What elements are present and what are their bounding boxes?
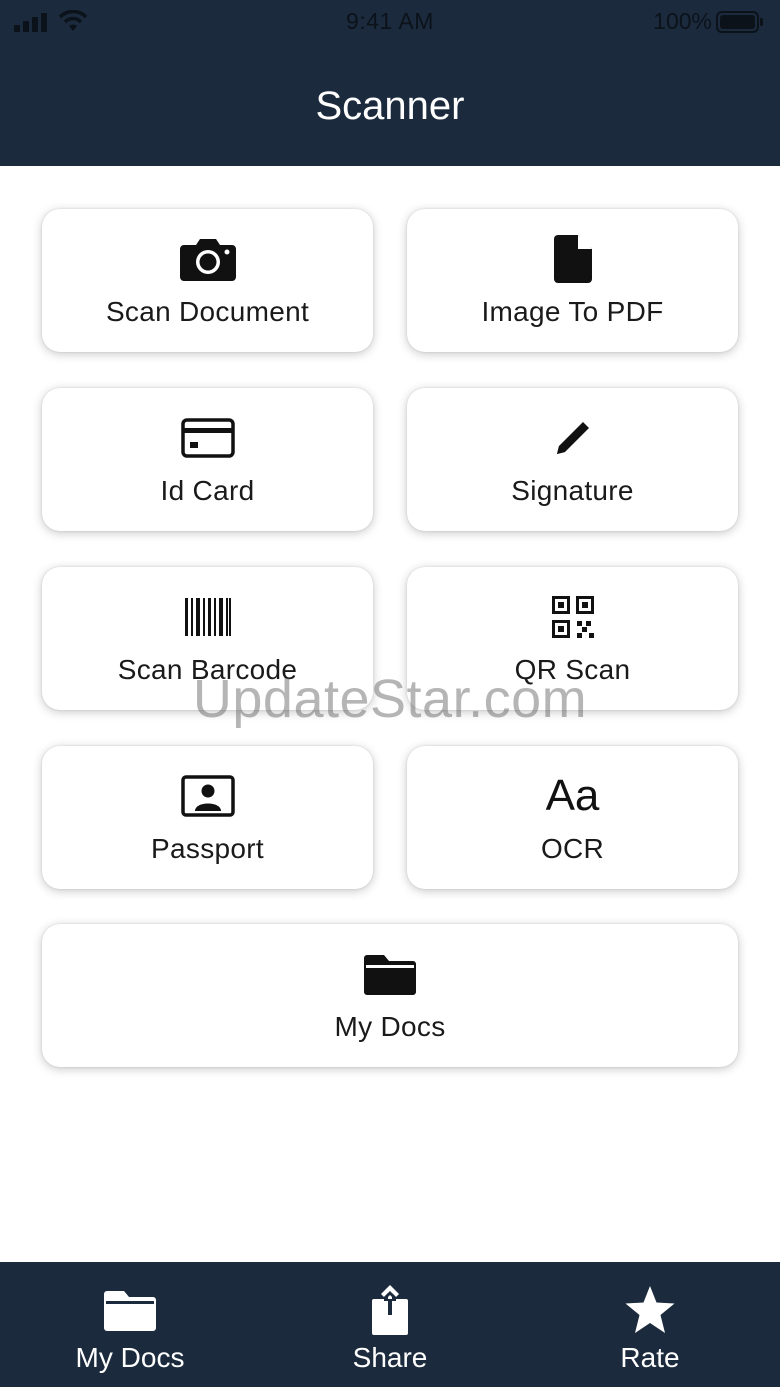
signature-button[interactable]: Signature (407, 388, 738, 531)
tile-label: Passport (151, 832, 264, 864)
battery-percentage: 100% (653, 8, 712, 34)
tab-my-docs[interactable]: My Docs (0, 1262, 260, 1387)
qr-scan-button[interactable]: QR Scan (407, 567, 738, 710)
ocr-glyph: Aa (545, 770, 600, 820)
ocr-button[interactable]: Aa OCR (407, 746, 738, 889)
battery-icon (716, 11, 764, 38)
document-icon (553, 234, 592, 284)
tile-label: My Docs (334, 1010, 446, 1042)
passport-button[interactable]: Passport (42, 746, 373, 889)
camera-icon (179, 234, 236, 284)
tile-label: Scan Barcode (117, 653, 298, 685)
scan-document-button[interactable]: Scan Document (42, 209, 373, 352)
tab-bar: My Docs Share Rate (0, 1262, 780, 1387)
tab-label: Share (352, 1342, 428, 1373)
folder-icon (104, 1286, 156, 1334)
tab-rate[interactable]: Rate (520, 1262, 780, 1387)
id-card-icon (180, 413, 235, 463)
tab-label: My Docs (75, 1342, 185, 1373)
tab-share[interactable]: Share (260, 1262, 520, 1387)
barcode-icon (184, 592, 231, 642)
share-icon (370, 1285, 410, 1335)
app-header: 9:41 AM 100% Scanner (0, 0, 780, 166)
image-to-pdf-button[interactable]: Image To PDF (407, 209, 738, 352)
status-bar: 9:41 AM 100% (0, 0, 780, 44)
tab-label: Rate (620, 1342, 680, 1373)
tile-label: Id Card (160, 474, 255, 506)
tile-label: Signature (511, 474, 634, 506)
tile-label: OCR (540, 832, 605, 864)
scan-barcode-button[interactable]: Scan Barcode (42, 567, 373, 710)
page-title: Scanner (315, 84, 465, 128)
tile-label: Image To PDF (481, 295, 664, 327)
passport-icon (180, 771, 235, 821)
my-docs-button[interactable]: My Docs (42, 924, 738, 1067)
star-icon (624, 1286, 676, 1334)
folder-icon (364, 949, 416, 999)
tile-label: QR Scan (514, 653, 631, 685)
id-card-button[interactable]: Id Card (42, 388, 373, 531)
pen-icon (553, 413, 593, 463)
tile-label: Scan Document (105, 295, 310, 327)
qr-code-icon (551, 592, 594, 642)
text-aa-icon: Aa (546, 771, 600, 821)
